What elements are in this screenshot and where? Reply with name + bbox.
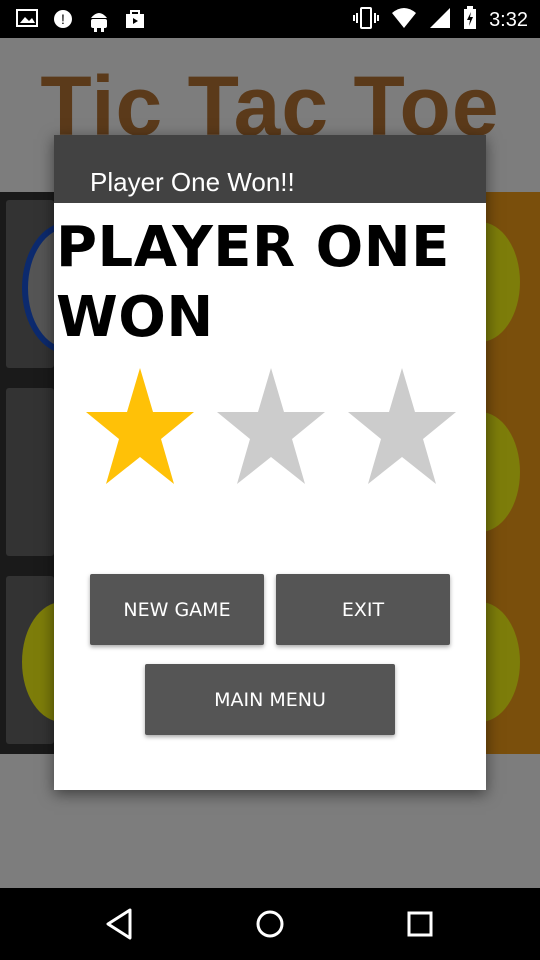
home-icon[interactable] bbox=[252, 906, 288, 942]
star-icon bbox=[215, 360, 327, 500]
cell-signal-icon bbox=[429, 7, 451, 34]
dialog-title: Player One Won!! bbox=[90, 167, 295, 197]
main-menu-button[interactable]: MAIN MENU bbox=[145, 664, 395, 735]
image-icon bbox=[16, 8, 38, 37]
recents-icon[interactable] bbox=[402, 906, 438, 942]
star-icon bbox=[84, 360, 196, 500]
back-icon[interactable] bbox=[102, 906, 138, 942]
star-icon bbox=[346, 360, 458, 500]
dialog-header: Player One Won!! bbox=[54, 135, 486, 203]
battery-icon bbox=[463, 6, 477, 35]
clock: 3:32 bbox=[489, 9, 528, 31]
svg-text:!: ! bbox=[61, 11, 65, 27]
wifi-icon bbox=[391, 7, 417, 34]
sync-icon: ! bbox=[52, 8, 74, 37]
rating-stars bbox=[84, 360, 464, 500]
board-cell[interactable] bbox=[6, 388, 54, 556]
status-bar: ! 3:32 bbox=[0, 0, 540, 38]
vibrate-icon bbox=[353, 6, 380, 35]
new-game-button[interactable]: NEW GAME bbox=[90, 574, 264, 645]
game-over-dialog: Player One Won!! PLAYER ONE WON NEW GAME… bbox=[54, 135, 486, 790]
android-icon bbox=[88, 8, 110, 37]
navigation-bar bbox=[0, 888, 540, 960]
winner-message: PLAYER ONE WON bbox=[56, 215, 450, 350]
exit-button[interactable]: EXIT bbox=[276, 574, 450, 645]
shopping-bag-icon bbox=[124, 8, 146, 37]
